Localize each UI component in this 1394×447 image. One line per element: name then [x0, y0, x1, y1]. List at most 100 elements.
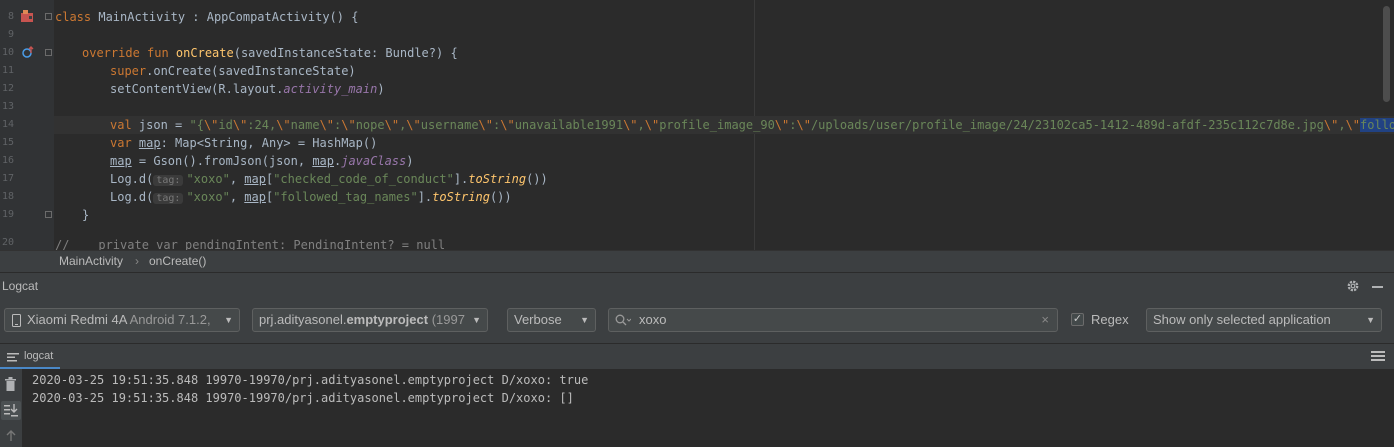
log-level-selector[interactable]: Verbose ▼ [507, 308, 596, 332]
string: username [420, 118, 479, 132]
comma: , [229, 172, 245, 186]
param-hint: tag: [153, 175, 184, 186]
code-line-11: super.onCreate(savedInstanceState) [110, 62, 356, 80]
call-close: ()) [526, 172, 548, 186]
breadcrumb-item[interactable]: onCreate() [149, 251, 206, 272]
fold-marker[interactable] [45, 49, 52, 56]
string: profile_image_90 [659, 118, 775, 132]
escape: \" [276, 118, 291, 132]
bracket: ]. [417, 190, 433, 204]
string: name [290, 118, 320, 132]
process-pid: (1997 [428, 312, 465, 327]
regex-label: Regex [1091, 312, 1129, 327]
search-input[interactable]: xoxo × [608, 308, 1058, 332]
fold-marker[interactable] [45, 13, 52, 20]
variable: map [110, 154, 132, 168]
scroll-to-end-button[interactable] [1, 401, 21, 420]
escape: \" [623, 118, 638, 132]
call-close: ) [406, 154, 414, 168]
call: Log.d( [110, 190, 154, 204]
search-value: xoxo [639, 312, 667, 327]
line-number: 8 [7, 11, 14, 22]
code-line-12: setContentView(R.layout.activity_main) [110, 80, 385, 98]
line-number: 20 [1, 237, 14, 248]
line-number: 9 [7, 29, 14, 40]
list-icon [7, 353, 19, 362]
escape: \" [774, 118, 790, 132]
search-icon[interactable] [615, 314, 631, 326]
string: nope [355, 118, 385, 132]
call: .onCreate(savedInstanceState) [146, 64, 356, 78]
line-number: 14 [1, 119, 14, 130]
keyword: super [110, 64, 147, 78]
string: , [1338, 118, 1346, 132]
code-line-17: Log.d(tag: "xoxo", map["checked_code_of_c… [110, 170, 548, 188]
function-name: toString [432, 190, 490, 204]
chevron-down-icon: ▼ [224, 315, 233, 325]
fold-marker[interactable] [45, 211, 52, 218]
bracket: ]. [453, 172, 469, 186]
line-number: 19 [1, 209, 14, 220]
string: id [218, 118, 233, 132]
comment: // private var pendingIntent: PendingInt… [55, 238, 446, 250]
logcat-side-toolbar [0, 369, 22, 447]
variable: map [312, 154, 334, 168]
chevron-down-icon: ▼ [580, 315, 589, 325]
breadcrumb-item[interactable]: MainActivity [59, 251, 123, 272]
string: , [637, 118, 645, 132]
scroll-to-end-icon [4, 404, 18, 417]
variable: map [244, 190, 266, 204]
variable: map [244, 172, 266, 186]
escape: \" [203, 118, 219, 132]
process-prefix: prj.adityasonel. [259, 312, 347, 327]
editor-scrollbar[interactable] [1383, 6, 1390, 102]
logcat-output[interactable]: 2020-03-25 19:51:35.848 19970-19970/prj.… [0, 369, 1394, 447]
clear-icon[interactable]: × [1041, 309, 1049, 331]
line-number: 16 [1, 155, 14, 166]
variable: map [138, 136, 161, 150]
device-selector[interactable]: Xiaomi Redmi 4A Android 7.1.2, ▼ [4, 308, 240, 332]
string: :24, [247, 118, 277, 132]
code-line-18: Log.d(tag: "xoxo", map["followed_tag_name… [110, 188, 512, 206]
keyword: var [110, 136, 139, 150]
escape: \" [341, 118, 356, 132]
string: unavailable1991 [514, 118, 624, 132]
call: Log.d( [110, 172, 154, 186]
log-level: Verbose [514, 312, 562, 327]
minimize-icon[interactable] [1372, 286, 1383, 288]
chevron-down-icon: ▼ [469, 309, 481, 331]
tab-logcat[interactable]: logcat [24, 350, 53, 362]
process-selector[interactable]: prj.adityasonel.emptyproject (1997 ▼ [252, 308, 488, 332]
override-icon[interactable] [21, 45, 35, 59]
escape: \" [1345, 118, 1361, 132]
logcat-header: Logcat [0, 272, 1394, 299]
code-line-16: map = Gson().fromJson(json, map.javaClas… [110, 152, 414, 170]
regex-checkbox[interactable]: ✓ [1071, 313, 1084, 326]
class-icon[interactable] [20, 9, 34, 23]
line-number: 18 [1, 191, 14, 202]
trash-icon[interactable] [4, 377, 17, 391]
function-name: toString [468, 172, 527, 186]
call-close: ()) [489, 190, 512, 204]
gear-icon[interactable] [1346, 279, 1360, 293]
type-decl: : Map<String, Any> = HashMap() [160, 136, 378, 150]
filter-value: Show only selected application [1153, 312, 1331, 327]
editor-gutter: 8 9 10 11 12 13 14 15 16 17 18 19 20 [0, 0, 54, 250]
code-editor[interactable]: 8 9 10 11 12 13 14 15 16 17 18 19 20 cla… [0, 0, 1394, 250]
property: javaClass [341, 154, 407, 168]
line-number: 13 [1, 101, 14, 112]
phone-icon [12, 314, 21, 327]
params: (savedInstanceState: Bundle?) { [233, 46, 458, 60]
closing-brace: } [82, 208, 90, 222]
breadcrumb-separator: › [135, 254, 139, 268]
comma: , [229, 190, 245, 204]
log-line: 2020-03-25 19:51:35.848 19970-19970/prj.… [32, 391, 574, 405]
up-arrow-icon[interactable] [5, 429, 17, 441]
process-name: emptyproject [346, 312, 429, 327]
escape: \" [644, 118, 660, 132]
function-name: onCreate [175, 46, 234, 60]
filter-selector[interactable]: Show only selected application ▼ [1146, 308, 1382, 332]
keyword: override fun [82, 46, 176, 60]
restore-layout-icon[interactable] [1371, 351, 1385, 362]
string: "followed_tag_names" [273, 190, 418, 204]
